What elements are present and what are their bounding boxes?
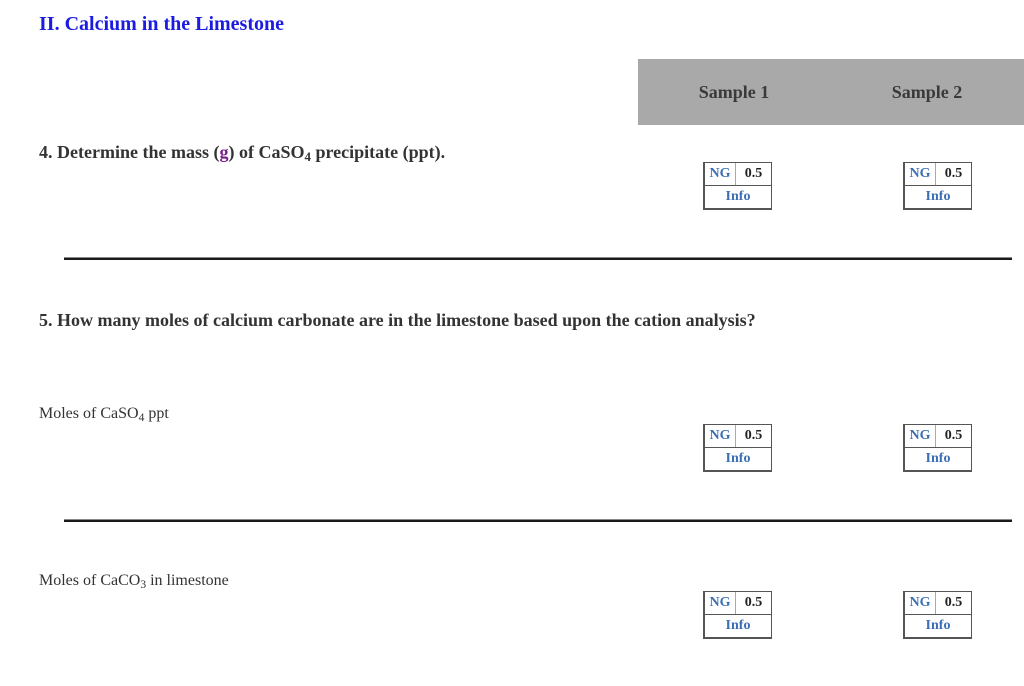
points-value: 0.5 [944,595,963,610]
points-value: 0.5 [744,428,763,443]
question-4-mid: ) of CaSO [228,142,305,162]
grade-box-q4-sample1: NG 0.5 Info [703,162,772,210]
label-text: in limestone [146,572,229,589]
info-link[interactable]: Info [905,615,971,637]
divider [64,257,1012,260]
sample-2-header: Sample 2 [891,81,963,102]
label-moles-caso4: Moles of CaSO4 ppt [39,405,169,424]
points-value: 0.5 [944,428,963,443]
label-moles-caco3: Moles of CaCO3 in limestone [39,572,229,591]
ng-link[interactable]: NG [705,592,736,614]
grade-box-caso4-sample1: NG 0.5 Info [703,424,772,472]
section-title: II. Calcium in the Limestone [39,13,284,35]
ng-link[interactable]: NG [705,425,736,447]
sample-header-row: Sample 1 Sample 2 [638,59,1024,125]
points-value: 0.5 [744,166,763,181]
question-4-prefix: 4. Determine the mass ( [39,142,220,162]
label-text: Moles of CaSO [39,405,139,422]
info-link[interactable]: Info [705,448,771,470]
info-link[interactable]: Info [705,615,771,637]
ng-link[interactable]: NG [905,163,936,185]
sample-1-header: Sample 1 [698,81,770,102]
divider [64,519,1012,522]
grade-box-caco3-sample2: NG 0.5 Info [903,591,972,639]
points-value: 0.5 [944,166,963,181]
ng-link[interactable]: NG [905,425,936,447]
question-4: 4. Determine the mass (g) of CaSO4 preci… [39,142,445,163]
question-4-suffix: precipitate (ppt). [310,142,446,162]
grade-box-q4-sample2: NG 0.5 Info [903,162,972,210]
label-text: ppt [144,405,169,422]
ng-link[interactable]: NG [705,163,736,185]
ng-link[interactable]: NG [905,592,936,614]
info-link[interactable]: Info [905,186,971,208]
grade-box-caco3-sample1: NG 0.5 Info [703,591,772,639]
info-link[interactable]: Info [705,186,771,208]
points-value: 0.5 [744,595,763,610]
grade-box-caso4-sample2: NG 0.5 Info [903,424,972,472]
question-5: 5. How many moles of calcium carbonate a… [39,310,756,330]
info-link[interactable]: Info [905,448,971,470]
label-text: Moles of CaCO [39,572,141,589]
